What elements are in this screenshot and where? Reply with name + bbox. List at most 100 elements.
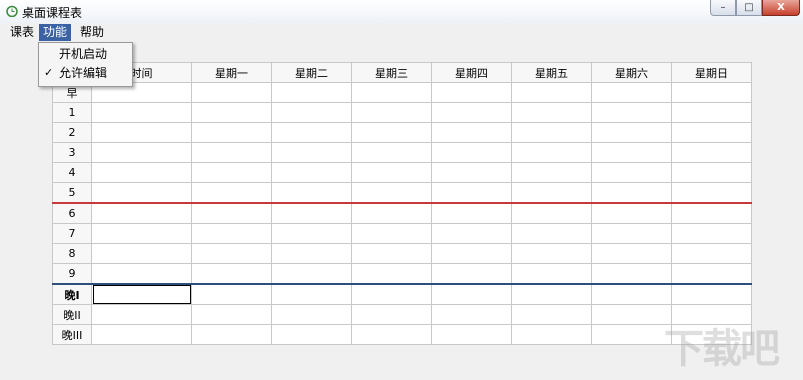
schedule-cell[interactable] [671, 223, 752, 244]
schedule-cell[interactable] [671, 162, 752, 183]
schedule-cell[interactable] [191, 283, 272, 305]
time-cell[interactable] [91, 182, 192, 204]
schedule-cell[interactable] [191, 223, 272, 244]
schedule-cell[interactable] [351, 263, 432, 285]
schedule-cell[interactable] [191, 304, 272, 325]
schedule-cell[interactable] [591, 304, 672, 325]
schedule-cell[interactable] [671, 243, 752, 264]
menu-item-autostart[interactable]: 开机启动 [39, 45, 132, 63]
minimize-button[interactable]: – [710, 0, 736, 16]
schedule-cell[interactable] [271, 182, 352, 204]
schedule-cell[interactable] [271, 223, 352, 244]
schedule-cell[interactable] [671, 202, 752, 224]
schedule-cell[interactable] [431, 324, 512, 345]
schedule-cell[interactable] [351, 223, 432, 244]
schedule-cell[interactable] [431, 142, 512, 163]
schedule-cell[interactable] [511, 304, 592, 325]
schedule-cell[interactable] [271, 162, 352, 183]
time-cell[interactable] [91, 223, 192, 244]
schedule-cell[interactable] [591, 324, 672, 345]
schedule-cell[interactable] [191, 263, 272, 285]
time-cell[interactable] [91, 202, 192, 224]
schedule-cell[interactable] [511, 243, 592, 264]
maximize-button[interactable]: □ [736, 0, 762, 16]
schedule-cell[interactable] [351, 122, 432, 143]
schedule-cell[interactable] [271, 142, 352, 163]
menu-help[interactable]: 帮助 [76, 24, 108, 41]
schedule-cell[interactable] [191, 182, 272, 204]
schedule-cell[interactable] [191, 202, 272, 224]
time-cell[interactable] [91, 324, 192, 345]
schedule-cell[interactable] [271, 324, 352, 345]
schedule-cell[interactable] [271, 304, 352, 325]
schedule-cell[interactable] [191, 82, 272, 103]
schedule-cell[interactable] [271, 202, 352, 224]
schedule-cell[interactable] [431, 82, 512, 103]
schedule-cell[interactable] [671, 82, 752, 103]
schedule-cell[interactable] [511, 102, 592, 123]
schedule-cell[interactable] [591, 122, 672, 143]
schedule-cell[interactable] [351, 304, 432, 325]
schedule-cell[interactable] [671, 263, 752, 285]
time-cell[interactable] [91, 283, 192, 305]
schedule-cell[interactable] [431, 162, 512, 183]
schedule-cell[interactable] [351, 162, 432, 183]
schedule-cell[interactable] [511, 182, 592, 204]
schedule-cell[interactable] [351, 102, 432, 123]
schedule-cell[interactable] [511, 202, 592, 224]
schedule-cell[interactable] [191, 162, 272, 183]
time-cell[interactable] [91, 263, 192, 285]
schedule-cell[interactable] [591, 82, 672, 103]
schedule-cell[interactable] [351, 202, 432, 224]
menu-schedule[interactable]: 课表 [6, 24, 38, 41]
time-cell[interactable] [91, 122, 192, 143]
schedule-cell[interactable] [591, 243, 672, 264]
schedule-cell[interactable] [591, 142, 672, 163]
schedule-cell[interactable] [591, 162, 672, 183]
schedule-cell[interactable] [431, 223, 512, 244]
schedule-cell[interactable] [271, 122, 352, 143]
schedule-cell[interactable] [431, 122, 512, 143]
schedule-cell[interactable] [511, 142, 592, 163]
schedule-cell[interactable] [351, 243, 432, 264]
schedule-cell[interactable] [671, 122, 752, 143]
time-cell[interactable] [91, 162, 192, 183]
schedule-cell[interactable] [671, 102, 752, 123]
schedule-cell[interactable] [511, 223, 592, 244]
schedule-cell[interactable] [671, 182, 752, 204]
schedule-cell[interactable] [191, 243, 272, 264]
schedule-cell[interactable] [511, 283, 592, 305]
schedule-cell[interactable] [431, 102, 512, 123]
schedule-cell[interactable] [511, 82, 592, 103]
schedule-cell[interactable] [191, 324, 272, 345]
close-button[interactable]: X [762, 0, 800, 16]
schedule-cell[interactable] [591, 102, 672, 123]
schedule-cell[interactable] [431, 243, 512, 264]
schedule-cell[interactable] [431, 304, 512, 325]
schedule-cell[interactable] [271, 243, 352, 264]
schedule-cell[interactable] [191, 142, 272, 163]
schedule-cell[interactable] [671, 283, 752, 305]
schedule-cell[interactable] [351, 283, 432, 305]
schedule-cell[interactable] [431, 283, 512, 305]
menu-function[interactable]: 功能 [39, 24, 72, 41]
schedule-cell[interactable] [591, 202, 672, 224]
schedule-cell[interactable] [431, 263, 512, 285]
schedule-cell[interactable] [591, 283, 672, 305]
schedule-cell[interactable] [351, 324, 432, 345]
schedule-cell[interactable] [511, 162, 592, 183]
schedule-cell[interactable] [591, 182, 672, 204]
schedule-cell[interactable] [351, 182, 432, 204]
schedule-cell[interactable] [511, 263, 592, 285]
schedule-cell[interactable] [271, 283, 352, 305]
schedule-cell[interactable] [431, 182, 512, 204]
time-cell[interactable] [91, 304, 192, 325]
schedule-cell[interactable] [511, 122, 592, 143]
schedule-cell[interactable] [591, 263, 672, 285]
schedule-cell[interactable] [511, 324, 592, 345]
time-cell[interactable] [91, 142, 192, 163]
schedule-cell[interactable] [351, 142, 432, 163]
time-cell[interactable] [91, 243, 192, 264]
schedule-cell[interactable] [671, 142, 752, 163]
schedule-cell[interactable] [191, 102, 272, 123]
